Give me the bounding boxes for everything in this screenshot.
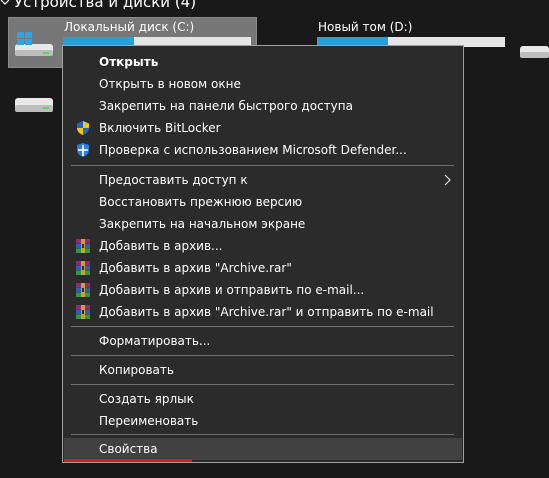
defender-icon — [75, 142, 91, 158]
menu-item-rename[interactable]: Переименовать — [64, 410, 462, 432]
section-header-devices[interactable]: Устройства и диски (4) — [0, 0, 196, 13]
highlight-underline — [64, 459, 192, 462]
drive-label-d: Новый том (D:) — [318, 20, 413, 34]
menu-item-defender-scan[interactable]: Проверка с использованием Microsoft Defe… — [64, 139, 462, 161]
menu-item-pin-start[interactable]: Закрепить на начальном экране — [64, 213, 462, 235]
menu-item-add-archive-rar-email[interactable]: Добавить в архив "Archive.rar" и отправи… — [64, 301, 462, 323]
menu-item-label: Добавить в архив... — [99, 239, 223, 253]
menu-item-label: Добавить в архив "Archive.rar" и отправи… — [99, 305, 434, 319]
winrar-icon — [75, 304, 91, 320]
menu-item-label: Закрепить на панели быстрого доступа — [99, 99, 353, 113]
menu-item-open[interactable]: Открыть — [64, 51, 462, 73]
menu-item-label: Предоставить доступ к — [99, 173, 248, 187]
menu-separator — [71, 165, 454, 166]
menu-item-label: Форматировать... — [99, 334, 211, 348]
menu-item-format[interactable]: Форматировать... — [64, 330, 462, 352]
menu-item-label: Закрепить на начальном экране — [99, 217, 306, 231]
winrar-icon — [75, 238, 91, 254]
menu-item-add-archive[interactable]: Добавить в архив... — [64, 235, 462, 257]
hdd-icon — [518, 40, 549, 66]
menu-item-add-archive-email[interactable]: Добавить в архив и отправить по e-mail..… — [64, 279, 462, 301]
menu-item-label: Добавить в архив и отправить по e-mail..… — [99, 283, 365, 297]
menu-separator — [71, 326, 454, 327]
menu-item-label: Переименовать — [99, 414, 199, 428]
menu-item-label: Копировать — [99, 363, 174, 377]
menu-item-give-access[interactable]: Предоставить доступ к — [64, 169, 462, 191]
menu-item-create-shortcut[interactable]: Создать ярлык — [64, 388, 462, 410]
drive-label-c: Локальный диск (C:) — [64, 20, 195, 34]
menu-item-label: Свойства — [99, 442, 158, 456]
section-title: Устройства и диски (4) — [14, 0, 197, 11]
menu-separator — [71, 384, 454, 385]
menu-item-add-archive-rar[interactable]: Добавить в архив "Archive.rar" — [64, 257, 462, 279]
menu-separator — [71, 434, 454, 435]
hdd-icon-drive-3[interactable] — [12, 92, 58, 124]
menu-item-label: Включить BitLocker — [99, 121, 221, 135]
winrar-icon — [75, 260, 91, 276]
context-menu: Открыть Открыть в новом окне Закрепить н… — [62, 45, 464, 463]
chevron-right-icon — [442, 173, 452, 187]
menu-item-pin-quick-access[interactable]: Закрепить на панели быстрого доступа — [64, 95, 462, 117]
menu-separator — [71, 355, 454, 356]
menu-item-label: Открыть — [99, 55, 159, 69]
winrar-icon — [75, 282, 91, 298]
menu-item-open-new-window[interactable]: Открыть в новом окне — [64, 73, 462, 95]
menu-item-properties[interactable]: Свойства — [64, 438, 462, 460]
chevron-down-icon — [0, 0, 10, 11]
menu-item-restore-previous[interactable]: Восстановить прежнюю версию — [64, 191, 462, 213]
windows-drive-icon — [12, 30, 58, 64]
menu-item-label: Проверка с использованием Microsoft Defe… — [99, 143, 407, 157]
menu-item-copy[interactable]: Копировать — [64, 359, 462, 381]
menu-item-label: Открыть в новом окне — [99, 77, 241, 91]
menu-item-label: Добавить в архив "Archive.rar" — [99, 261, 292, 275]
menu-item-label: Восстановить прежнюю версию — [99, 195, 303, 209]
menu-item-bitlocker[interactable]: Включить BitLocker — [64, 117, 462, 139]
menu-item-label: Создать ярлык — [99, 392, 194, 406]
shield-uac-icon — [75, 120, 91, 136]
